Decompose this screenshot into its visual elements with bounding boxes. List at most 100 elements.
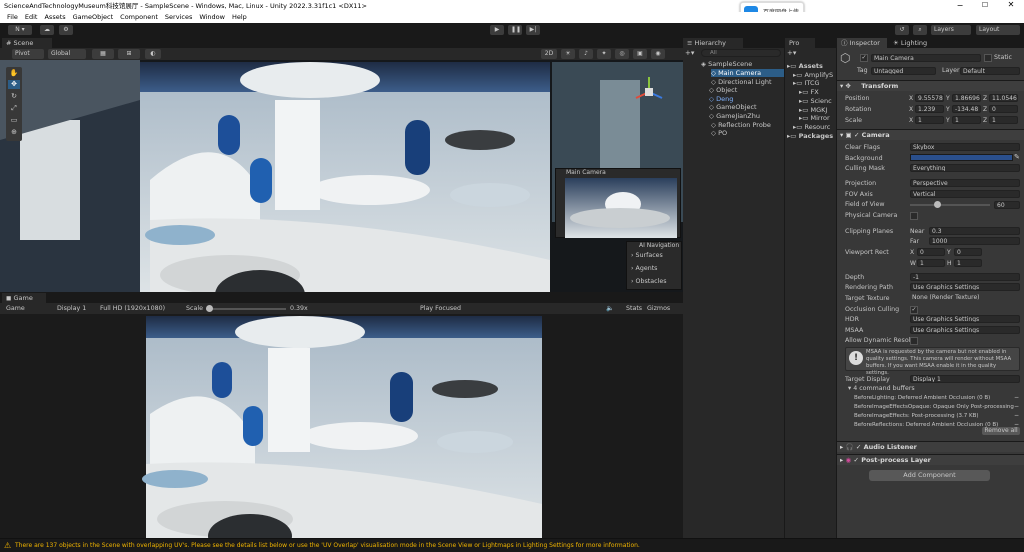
tab-scene[interactable]: # Scene	[2, 38, 52, 48]
scale-x-field[interactable]: 1	[915, 116, 944, 124]
transform-header[interactable]: ▾ ✥ Transform	[837, 80, 1024, 91]
ai-agents-item[interactable]: › Agents	[631, 265, 657, 272]
clear-flags-dropdown[interactable]: Skybox	[910, 143, 1020, 151]
audio-toggle[interactable]: ♪	[579, 49, 593, 59]
tab-hierarchy[interactable]: ≡ Hierarchy	[683, 38, 743, 48]
orientation-gizmo-icon[interactable]	[631, 74, 667, 110]
post-process-header[interactable]: ▸ ◉ ✓ Post-process Layer	[837, 454, 1024, 465]
draw-mode-button[interactable]: ◐	[145, 49, 161, 59]
ai-obstacles-item[interactable]: › Obstacles	[631, 278, 666, 285]
rect-tool-icon[interactable]: ▭	[8, 116, 20, 125]
maximize-icon[interactable]: ☐	[975, 1, 995, 11]
hierarchy-scene-root[interactable]: ◈ SampleScene	[701, 60, 784, 68]
status-bar[interactable]: ⚠ There are 137 objects in the Scene wit…	[0, 538, 1024, 552]
menu-item-window[interactable]: Window	[199, 13, 225, 21]
msaa-dropdown[interactable]: Use Graphics Settings	[910, 326, 1020, 334]
audio-listener-header[interactable]: ▸ 🎧 ✓ Audio Listener	[837, 441, 1024, 452]
far-field[interactable]: 1000	[929, 237, 1020, 245]
dynamic-resolution-checkbox[interactable]	[910, 337, 918, 345]
hierarchy-item[interactable]: ◇ Main Camera	[711, 69, 784, 77]
target-texture-field[interactable]: None (Render Texture)	[910, 294, 1020, 302]
command-buffers-label[interactable]: ▾ 4 command buffers	[848, 385, 915, 392]
play-mode-dropdown[interactable]: Play Focused	[420, 303, 461, 314]
layers-dropdown[interactable]: Layers	[931, 25, 971, 35]
account-button[interactable]: N ▾	[8, 25, 32, 35]
fov-field[interactable]: 60	[994, 201, 1020, 209]
snap-increment-button[interactable]: ⊞	[118, 49, 140, 59]
remove-buffer-icon[interactable]: −	[1014, 412, 1019, 419]
hierarchy-item[interactable]: ◇ Deng	[709, 95, 784, 103]
hierarchy-item[interactable]: ◇ Object	[709, 86, 784, 94]
resolution-dropdown[interactable]: Full HD (1920x1080)	[100, 303, 165, 314]
menu-item-services[interactable]: Services	[165, 13, 192, 21]
hidden-toggle[interactable]: ◎	[615, 49, 629, 59]
stats-button[interactable]: Stats	[626, 303, 642, 314]
hierarchy-search-input[interactable]: All	[701, 49, 781, 57]
play-button[interactable]: ▶	[490, 25, 504, 35]
tab-inspector[interactable]: ⓘ Inspector	[837, 38, 887, 48]
pivot-dropdown[interactable]: Pivot	[12, 49, 44, 59]
gizmos-dropdown[interactable]: Gizmos	[647, 303, 670, 314]
hand-tool-icon[interactable]: ✋	[8, 69, 20, 78]
add-component-button[interactable]: Add Component	[869, 470, 990, 481]
scale-slider[interactable]	[206, 305, 286, 312]
remove-buffer-icon[interactable]: −	[1014, 421, 1019, 428]
close-icon[interactable]: ✕	[1000, 0, 1022, 11]
transform-tool-icon[interactable]: ⊕	[8, 128, 20, 137]
rotation-y-field[interactable]: -134.48	[952, 105, 981, 113]
target-display-dropdown[interactable]: Display 1	[910, 375, 1020, 383]
project-folder[interactable]: ▸▭ FX	[799, 88, 836, 96]
depth-field[interactable]: -1	[910, 273, 1020, 281]
rotation-z-field[interactable]: 0	[989, 105, 1018, 113]
position-x-field[interactable]: 9.55578	[915, 94, 944, 102]
rotate-tool-icon[interactable]: ↻	[8, 92, 20, 101]
project-folder[interactable]: ▸▭ Packages	[787, 132, 836, 140]
hierarchy-add-button[interactable]: +▾	[685, 49, 697, 57]
display-dropdown[interactable]: Display 1	[57, 303, 86, 314]
project-folder[interactable]: ▸▭ Scienc	[799, 97, 836, 105]
game-mode-dropdown[interactable]: Game	[6, 303, 25, 314]
tab-lighting[interactable]: ☀ Lighting	[889, 38, 939, 48]
fov-axis-dropdown[interactable]: Vertical	[910, 190, 1020, 198]
game-viewport[interactable]	[0, 314, 683, 552]
hierarchy-item[interactable]: ◇ PO	[711, 129, 784, 137]
remove-buffer-icon[interactable]: −	[1014, 403, 1019, 410]
menu-item-file[interactable]: File	[7, 13, 18, 21]
project-folder[interactable]: ▸▭ AmplifyS	[793, 71, 836, 79]
viewport-x-field[interactable]: 0	[917, 248, 945, 256]
scale-slider-handle[interactable]	[206, 305, 213, 312]
layer-dropdown[interactable]: Default	[960, 67, 1020, 75]
scale-tool-icon[interactable]: ⤢	[8, 104, 20, 113]
hierarchy-item[interactable]: ◇ GameObject	[709, 103, 784, 111]
scale-z-field[interactable]: 1	[989, 116, 1018, 124]
global-dropdown[interactable]: Global	[48, 49, 86, 59]
pause-button[interactable]: ❚❚	[508, 25, 522, 35]
move-tool-icon[interactable]: ✥	[8, 80, 20, 89]
scene-viewport[interactable]: ✋ ✥ ↻ ⤢ ▭ ⊕ Main Camera AI Navigation › …	[0, 60, 683, 292]
position-y-field[interactable]: 1.86696	[952, 94, 981, 102]
hierarchy-item[interactable]: ◇ Directional Light	[711, 78, 784, 86]
hierarchy-item[interactable]: ◇ Reflection Probe	[711, 121, 784, 129]
cloud-button[interactable]: ☁	[40, 25, 54, 35]
occlusion-checkbox[interactable]: ✓	[910, 306, 918, 314]
minimize-icon[interactable]: −	[950, 1, 970, 11]
project-folder[interactable]: ▸▭ Mirror	[799, 114, 836, 122]
camera-settings-button[interactable]: ▣	[633, 49, 647, 59]
camera-enabled-checkbox[interactable]: ✓	[854, 131, 859, 139]
project-add-button[interactable]: +▾	[787, 49, 796, 57]
grid-snap-button[interactable]: ▦	[92, 49, 114, 59]
tab-project[interactable]: Pro	[785, 38, 815, 48]
project-folder[interactable]: ▸▭ ITCG	[793, 79, 836, 87]
menu-item-assets[interactable]: Assets	[44, 13, 65, 21]
lighting-toggle[interactable]: ☀	[561, 49, 575, 59]
rendering-path-dropdown[interactable]: Use Graphics Settings	[910, 283, 1020, 291]
search-icon[interactable]: ⌕	[913, 25, 927, 35]
viewport-w-field[interactable]: 1	[917, 259, 945, 267]
project-folder[interactable]: ▸▭ Assets	[787, 62, 836, 70]
remove-buffer-icon[interactable]: −	[1014, 394, 1019, 401]
near-field[interactable]: 0.3	[929, 227, 1020, 235]
background-color-swatch[interactable]	[910, 154, 1013, 161]
tab-game[interactable]: ◼ Game	[2, 293, 46, 303]
static-checkbox[interactable]	[984, 54, 992, 62]
culling-mask-dropdown[interactable]: Everything	[910, 164, 1020, 172]
